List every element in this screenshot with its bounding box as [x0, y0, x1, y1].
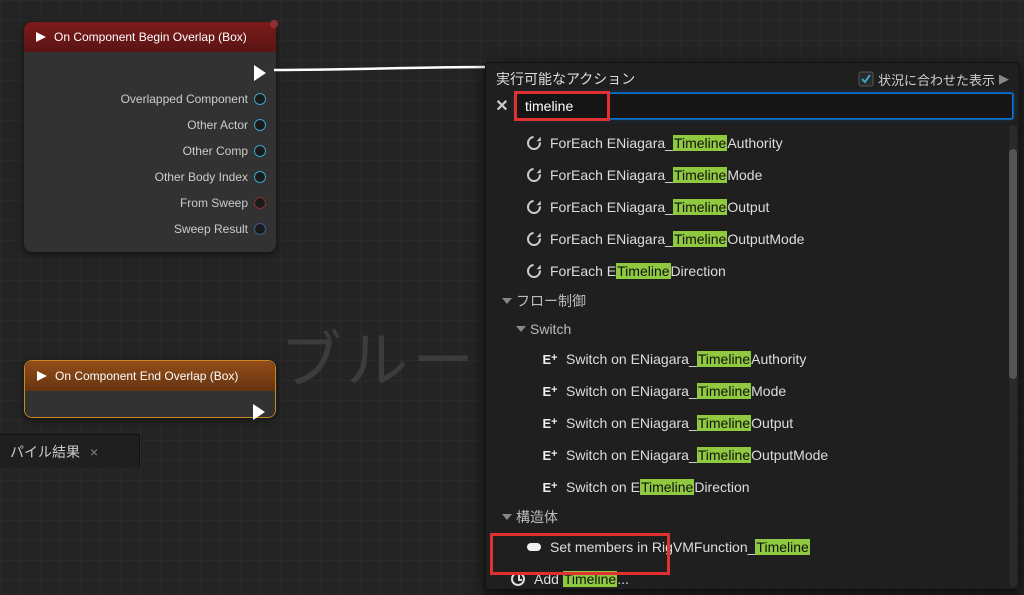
action-list: ForEach ENiagara_TimelineAuthority ForEa… [486, 123, 1019, 589]
action-menu-popup: 実行可能なアクション 状況に合わせた表示 ▶ ✕ ForEach ENiagar… [485, 62, 1020, 590]
results-label: パイル結果 [10, 442, 80, 462]
list-item[interactable]: ForEach ETimelineDirection [486, 255, 1017, 287]
loop-icon [524, 264, 544, 278]
scrollbar[interactable] [1009, 125, 1017, 587]
output-pin[interactable] [254, 223, 266, 235]
pin-label: Other Actor [187, 118, 248, 132]
loop-icon [524, 168, 544, 182]
output-pin[interactable] [254, 171, 266, 183]
compile-results-tab[interactable]: パイル結果 × [0, 434, 140, 468]
node-header[interactable]: On Component Begin Overlap (Box) [24, 22, 276, 52]
context-sensitive-checkbox[interactable]: 状況に合わせた表示 ▶ [858, 70, 1009, 89]
pill-icon [524, 543, 544, 551]
enum-icon: E+ [540, 416, 560, 431]
node-begin-overlap[interactable]: On Component Begin Overlap (Box) Overlap… [24, 22, 276, 252]
chevron-right-icon: ▶ [999, 71, 1009, 87]
triangle-down-icon [502, 298, 512, 304]
close-icon[interactable]: × [90, 444, 98, 460]
loop-icon [524, 200, 544, 214]
list-item[interactable]: ForEach ENiagara_TimelineOutputMode [486, 223, 1017, 255]
category-switch[interactable]: Switch [486, 315, 1017, 343]
node-body [25, 391, 275, 417]
node-title: On Component End Overlap (Box) [55, 369, 238, 383]
list-item[interactable]: E+Switch on ENiagara_TimelineOutput [486, 407, 1017, 439]
category-struct[interactable]: 構造体 [486, 503, 1017, 531]
enum-icon: E+ [540, 448, 560, 463]
list-item[interactable]: ForEach ENiagara_TimelineAuthority [486, 127, 1017, 159]
add-timeline-item[interactable]: Add Timeline... [486, 563, 1017, 589]
pin-label: From Sweep [180, 196, 248, 210]
menu-title: 実行可能なアクション [496, 69, 635, 89]
triangle-down-icon [516, 326, 526, 332]
exec-wire [272, 62, 492, 82]
clock-icon [508, 572, 528, 586]
loop-icon [524, 232, 544, 246]
triangle-down-icon [502, 514, 512, 520]
list-item[interactable]: E+Switch on ENiagara_TimelineMode [486, 375, 1017, 407]
event-icon [35, 369, 49, 383]
enum-icon: E+ [540, 352, 560, 367]
list-item[interactable]: Set members in RigVMFunction_Timeline [486, 531, 1017, 563]
output-pin[interactable] [254, 197, 266, 209]
exec-output-pin[interactable] [253, 404, 265, 420]
category-flow-control[interactable]: フロー制御 [486, 287, 1017, 315]
checkmark-icon [858, 71, 874, 87]
exec-output-pin[interactable] [254, 65, 266, 81]
loop-icon [524, 136, 544, 150]
pin-label: Overlapped Component [121, 92, 248, 106]
pin-label: Other Comp [183, 144, 248, 158]
output-pin[interactable] [254, 93, 266, 105]
context-label: 状況に合わせた表示 [878, 70, 995, 89]
node-header[interactable]: On Component End Overlap (Box) [25, 361, 275, 391]
enum-icon: E+ [540, 384, 560, 399]
pin-label: Other Body Index [155, 170, 248, 184]
node-end-overlap[interactable]: On Component End Overlap (Box) [24, 360, 276, 418]
list-item[interactable]: ForEach ENiagara_TimelineOutput [486, 191, 1017, 223]
output-pin[interactable] [254, 119, 266, 131]
pin-label: Sweep Result [174, 222, 248, 236]
list-item[interactable]: E+Switch on ENiagara_TimelineAuthority [486, 343, 1017, 375]
list-item[interactable]: E+Switch on ETimelineDirection [486, 471, 1017, 503]
scrollbar-thumb[interactable] [1009, 149, 1017, 379]
enum-icon: E+ [540, 480, 560, 495]
node-body: Overlapped Component Other Actor Other C… [24, 52, 276, 252]
graph-watermark: ブルー [280, 310, 478, 400]
list-item[interactable]: ForEach ENiagara_TimelineMode [486, 159, 1017, 191]
output-pin[interactable] [254, 145, 266, 157]
search-input-container [516, 93, 1013, 119]
event-icon [34, 30, 48, 44]
clear-search-button[interactable]: ✕ [492, 96, 512, 116]
node-title: On Component Begin Overlap (Box) [54, 30, 247, 44]
search-input[interactable] [517, 94, 1012, 118]
list-item[interactable]: E+Switch on ENiagara_TimelineOutputMode [486, 439, 1017, 471]
